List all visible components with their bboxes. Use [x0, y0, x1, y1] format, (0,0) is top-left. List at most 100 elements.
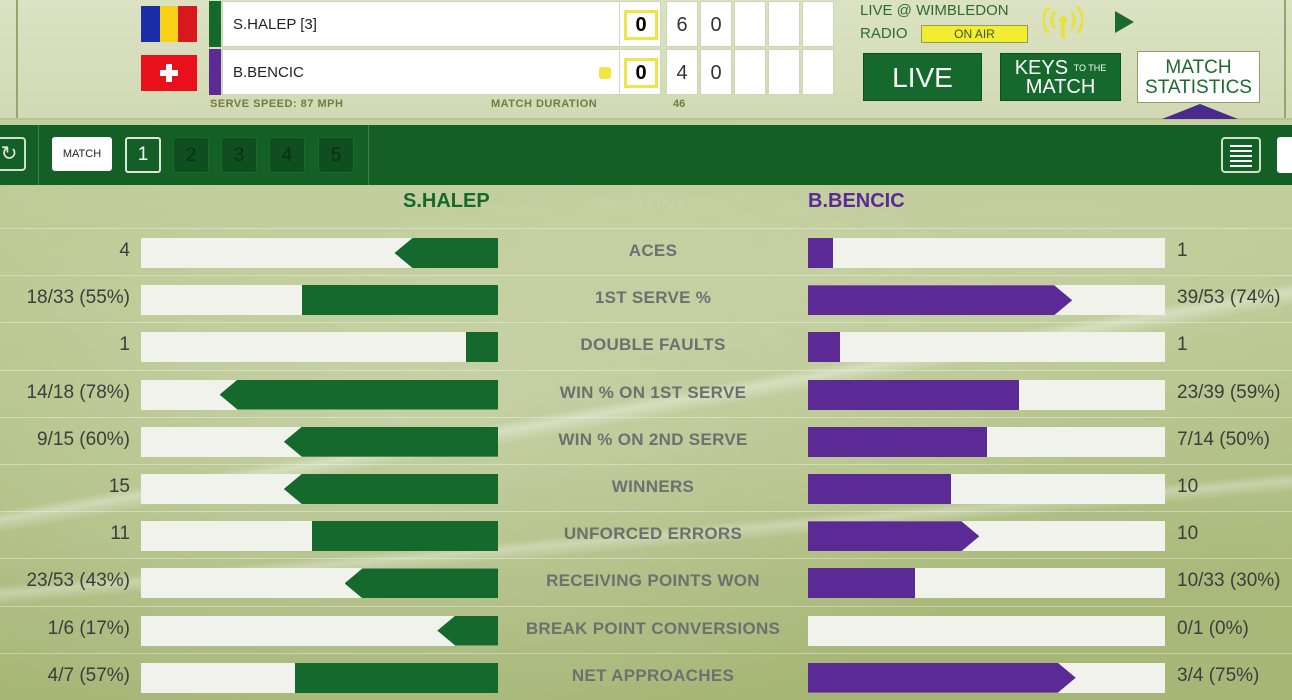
right-stat-track [808, 615, 1165, 646]
set-2-button[interactable]: 2 [173, 137, 209, 173]
current-points: 0 [619, 1, 661, 47]
right-stat-value: 39/53 (74%) [1177, 287, 1281, 309]
refresh-icon[interactable]: ↻ [0, 137, 26, 171]
radio-broadcast-icon[interactable] [1043, 4, 1083, 40]
match-filter-button[interactable]: MATCH [52, 137, 112, 171]
right-stat-bar [808, 663, 1076, 693]
left-stat-value: 4 [119, 240, 130, 261]
radio-label: RADIO [860, 25, 908, 42]
set-score-empty [734, 1, 766, 47]
right-stat-bar [808, 285, 1072, 315]
set-4-button[interactable]: 4 [269, 137, 305, 173]
right-stat-track [808, 568, 1165, 599]
right-stat-track [808, 332, 1165, 363]
set-score-empty [802, 49, 834, 95]
right-stat-value: 1 [1177, 334, 1188, 356]
stats-label-1: MATCH [1165, 57, 1232, 78]
right-stat-track [808, 285, 1165, 316]
serving-indicator-icon [599, 67, 611, 79]
serve-speed: SERVE SPEED: 87 MPH [210, 98, 344, 110]
right-stat-value: 23/39 (59%) [1177, 381, 1281, 403]
player-name: S.HALEP [3] [222, 1, 622, 47]
set-1-button[interactable]: 1 [125, 137, 161, 173]
right-stat-track [808, 662, 1165, 693]
left-stat-bar [219, 379, 498, 410]
romania-flag-icon [141, 6, 198, 42]
set-3-button[interactable]: 3 [221, 137, 257, 173]
stat-row: 1/6 (17%) BREAK POINT CONVERSIONS 0/1 (0%) [0, 605, 1292, 652]
play-icon[interactable] [1115, 11, 1134, 33]
set-score-empty [802, 1, 834, 47]
left-stat-track [141, 285, 498, 316]
stat-label: 1ST SERVE % [594, 288, 712, 308]
stat-label: UNFORCED ERRORS [563, 524, 743, 544]
stat-label: DOUBLE FAULTS [580, 335, 726, 355]
left-stat-track [141, 238, 498, 268]
stat-label: ACES [628, 241, 678, 260]
left-player-heading: S.HALEP [403, 190, 490, 212]
right-stat-value: 10 [1177, 523, 1199, 545]
left-stat-track [141, 474, 498, 504]
right-stat-bar [808, 379, 1019, 410]
live-button[interactable]: LIVE [863, 53, 982, 101]
set-score-empty [768, 49, 800, 95]
left-stat-bar [294, 662, 498, 693]
stat-row: 11 UNFORCED ERRORS 10 [0, 511, 1292, 557]
set-score-empty [734, 49, 766, 95]
points-value: 0 [624, 58, 658, 88]
left-stat-track [141, 662, 498, 693]
right-stat-bar [808, 332, 841, 363]
left-stat-track [141, 426, 498, 457]
right-stat-track [808, 379, 1165, 410]
right-stat-value: 0/1 (0%) [1177, 617, 1249, 639]
left-stat-track [141, 521, 498, 552]
left-stat-value: 14/18 (78%) [26, 381, 130, 403]
match-stats-heading: MATCH STATS [600, 196, 686, 210]
switzerland-flag-icon [141, 55, 197, 91]
right-stat-track [808, 426, 1165, 457]
set-5-button[interactable]: 5 [318, 137, 354, 173]
right-stat-track [808, 521, 1165, 552]
left-stat-value: 15 [108, 476, 130, 497]
set-score: 0 [700, 1, 732, 47]
stat-label: WIN % ON 1ST SERVE [559, 382, 747, 402]
right-stat-value: 1 [1177, 240, 1188, 261]
left-stat-bar [312, 521, 498, 552]
left-stat-value: 11 [110, 523, 130, 545]
left-stat-bar [437, 615, 498, 646]
left-stat-track [141, 568, 498, 599]
match-statistics-button[interactable]: MATCH STATISTICS [1137, 51, 1260, 103]
match-duration-value: 46 [673, 98, 686, 110]
stat-row: 9/15 (60%) WIN % ON 2ND SERVE 7/14 (50%) [0, 416, 1292, 463]
right-stat-bar [808, 568, 916, 599]
left-stat-value: 9/15 (60%) [37, 428, 130, 450]
on-air-badge: ON AIR [921, 25, 1028, 43]
current-points: 0 [619, 49, 661, 95]
divider [16, 0, 18, 118]
set-score: 4 [666, 49, 698, 95]
divider [368, 125, 369, 185]
set-score: 0 [700, 49, 732, 95]
keys-small-label: TO THE [1073, 63, 1107, 74]
left-stat-track [141, 332, 498, 363]
left-stat-bar [465, 332, 498, 363]
right-stat-bar [808, 474, 951, 504]
right-stat-bar [808, 238, 833, 268]
keys-to-the-match-button[interactable]: KEYS TO THE MATCH [1000, 53, 1121, 101]
right-stat-bar [808, 426, 987, 457]
list-view-icon[interactable] [1221, 137, 1261, 173]
divider [1284, 0, 1286, 118]
chart-view-icon[interactable] [1277, 137, 1292, 173]
left-stat-bar [283, 474, 498, 504]
stat-row: 14/18 (78%) WIN % ON 1ST SERVE 23/39 (59%) [0, 369, 1292, 416]
stat-label: WINNERS [611, 477, 695, 496]
divider [38, 125, 39, 185]
left-stat-value: 1 [119, 334, 130, 356]
stat-label: NET APPROACHES [571, 665, 735, 685]
right-stat-track [808, 474, 1165, 504]
right-stat-value: 10 [1177, 476, 1199, 497]
stat-row: 23/53 (43%) RECEIVING POINTS WON 10/33 (30… [0, 558, 1292, 604]
right-stat-bar [808, 521, 979, 551]
scoreboard-header: S.HALEP [3] 0 6 0 B.BENCIC 0 4 0 SERVE S… [0, 0, 1292, 120]
right-stat-value: 3/4 (75%) [1177, 664, 1260, 686]
